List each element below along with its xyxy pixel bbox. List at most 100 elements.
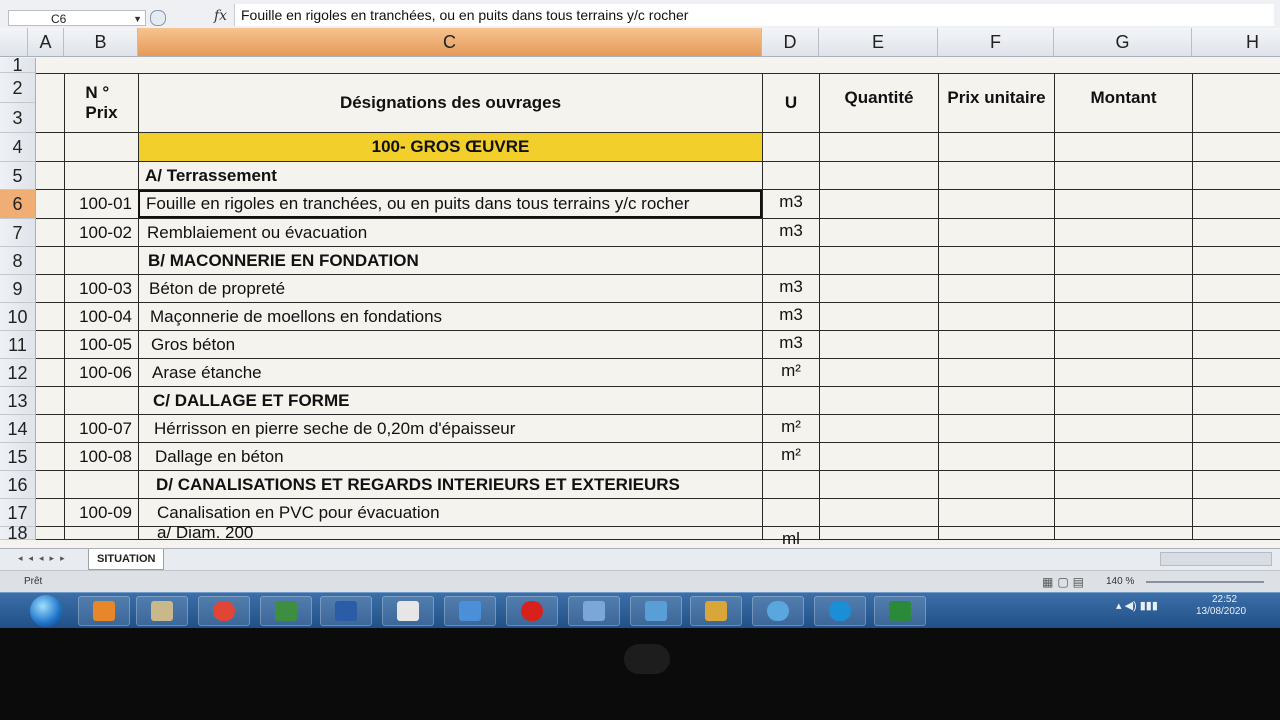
cell-unit-price[interactable] [938, 162, 1054, 189]
cell-amount[interactable] [1054, 471, 1192, 498]
cell-amount[interactable] [1054, 303, 1192, 330]
row-header[interactable]: 16 [0, 471, 36, 499]
cell-num-prix[interactable]: 100-04 [64, 303, 138, 330]
cell-h[interactable] [1192, 387, 1280, 414]
row-header[interactable]: 10 [0, 303, 36, 331]
cell-designation[interactable]: Maçonnerie de moellons en fondations [138, 303, 762, 330]
cell-num-prix[interactable] [64, 471, 138, 498]
cell-quantity[interactable] [819, 190, 938, 218]
windows-start-icon[interactable] [30, 595, 62, 627]
cell-designation[interactable]: Béton de propreté [138, 275, 762, 302]
column-header-b[interactable]: B [64, 28, 138, 57]
word-icon[interactable] [320, 596, 372, 626]
table-row[interactable]: 100-03 Béton de propreté m3 [36, 275, 1280, 303]
cell-designation[interactable]: Fouille en rigoles en tranchées, ou en p… [138, 190, 762, 218]
cell-section-label[interactable]: D/ CANALISATIONS ET REGARDS INTERIEURS E… [138, 471, 762, 498]
cell-designation[interactable]: a/ Diam. 200 [138, 523, 762, 542]
cell-unit-price[interactable] [938, 331, 1054, 358]
cell-quantity[interactable] [819, 275, 938, 302]
table-row[interactable]: 100-02 Remblaiement ou évacuation m3 [36, 219, 1280, 247]
row-header[interactable]: 1 [0, 56, 36, 74]
cell-unit[interactable]: m² [762, 415, 819, 442]
cell-quantity[interactable] [819, 415, 938, 442]
column-header-g[interactable]: G [1054, 28, 1192, 57]
excel-green-icon[interactable] [260, 596, 312, 626]
cell-quantity[interactable] [819, 471, 938, 498]
row-header[interactable]: 18 [0, 524, 36, 542]
row-header[interactable]: 12 [0, 359, 36, 387]
excel-icon[interactable] [874, 596, 926, 626]
table-row[interactable]: 100-08 Dallage en béton m² [36, 443, 1280, 471]
formula-input[interactable]: Fouille en rigoles en tranchées, ou en p… [234, 4, 1274, 26]
sheet-tab-situation[interactable]: SITUATION [88, 549, 165, 570]
zoom-slider[interactable] [1146, 581, 1264, 583]
row-header[interactable]: 5 [0, 162, 36, 190]
app-icon[interactable] [752, 596, 804, 626]
cell-h[interactable] [1192, 247, 1280, 274]
cell-h[interactable] [1192, 527, 1280, 539]
cell-unit[interactable]: m3 [762, 219, 819, 246]
column-header-f[interactable]: F [938, 28, 1054, 57]
cell-unit-price[interactable] [938, 499, 1054, 526]
row-header[interactable]: 13 [0, 387, 36, 415]
cell-designation[interactable]: Dallage en béton [138, 443, 762, 470]
cell-quantity[interactable] [819, 219, 938, 246]
cell-unit-price[interactable] [938, 219, 1054, 246]
table-row[interactable]: a/ Diam. 200 ml [36, 523, 1280, 548]
cell-unit-price[interactable] [938, 275, 1054, 302]
cell-unit[interactable] [762, 247, 819, 274]
cell-num-prix[interactable]: 100-01 [64, 190, 138, 218]
cell-h[interactable] [1192, 275, 1280, 302]
table-row[interactable]: 100-06 Arase étanche m² [36, 359, 1280, 387]
system-tray-icons[interactable]: ▴ ◀) ▮▮▮ [1116, 599, 1158, 612]
media-icon[interactable] [690, 596, 742, 626]
cell-designation[interactable]: Hérrisson en pierre seche de 0,20m d'épa… [138, 415, 762, 442]
cell-h[interactable] [1192, 331, 1280, 358]
select-all-corner[interactable] [0, 28, 28, 57]
row-header[interactable]: 11 [0, 331, 36, 359]
cell-amount[interactable] [1054, 331, 1192, 358]
cell-h[interactable] [1192, 303, 1280, 330]
cell-num[interactable] [64, 133, 138, 161]
cell-h[interactable] [1192, 471, 1280, 498]
cell-designation[interactable]: Canalisation en PVC pour évacuation [138, 499, 762, 526]
edge-icon[interactable] [814, 596, 866, 626]
row-header[interactable]: 4 [0, 133, 36, 162]
cell-quantity[interactable] [819, 162, 938, 189]
cell-amount[interactable] [1054, 162, 1192, 189]
cell-quantity[interactable] [819, 133, 938, 161]
cell-unit-price[interactable] [938, 190, 1054, 218]
cell-unit-price[interactable] [938, 133, 1054, 161]
file-explorer-icon[interactable] [136, 596, 188, 626]
row-header[interactable]: 9 [0, 275, 36, 303]
cell-h[interactable] [1192, 133, 1280, 161]
cell-amount[interactable] [1054, 499, 1192, 526]
subsection-row[interactable]: B/ MACONNERIE EN FONDATION [36, 247, 1280, 275]
row-header[interactable]: 7 [0, 219, 36, 247]
column-header-d[interactable]: D [762, 28, 819, 57]
control-panel-icon[interactable] [630, 596, 682, 626]
cell-amount[interactable] [1054, 443, 1192, 470]
cell-amount[interactable] [1054, 359, 1192, 386]
subsection-row[interactable]: A/ Terrassement [36, 162, 1280, 190]
cell-unit[interactable] [762, 387, 819, 414]
cell-num-prix[interactable]: 100-09 [64, 499, 138, 526]
row-header[interactable]: 2 [0, 73, 36, 103]
media-player-icon[interactable] [78, 596, 130, 626]
cell-num-prix[interactable]: 100-06 [64, 359, 138, 386]
cell-unit[interactable]: m3 [762, 275, 819, 302]
subsection-row[interactable]: C/ DALLAGE ET FORME [36, 387, 1280, 415]
cell-unit[interactable]: m² [762, 359, 819, 386]
row-header[interactable]: 8 [0, 247, 36, 275]
cell-h[interactable] [1192, 359, 1280, 386]
cell-unit[interactable]: m3 [762, 303, 819, 330]
table-row[interactable]: 100-01 Fouille en rigoles en tranchées, o… [36, 190, 1280, 219]
cell-quantity[interactable] [819, 527, 938, 539]
cell-h[interactable] [1192, 74, 1280, 132]
cell-unit[interactable]: ml [762, 527, 819, 548]
cell-unit[interactable] [762, 499, 819, 526]
cell-num-prix[interactable] [64, 527, 138, 539]
cell-num-prix[interactable]: 100-07 [64, 415, 138, 442]
clock-time[interactable]: 22:52 [1212, 594, 1237, 605]
internet-explorer-icon[interactable] [444, 596, 496, 626]
